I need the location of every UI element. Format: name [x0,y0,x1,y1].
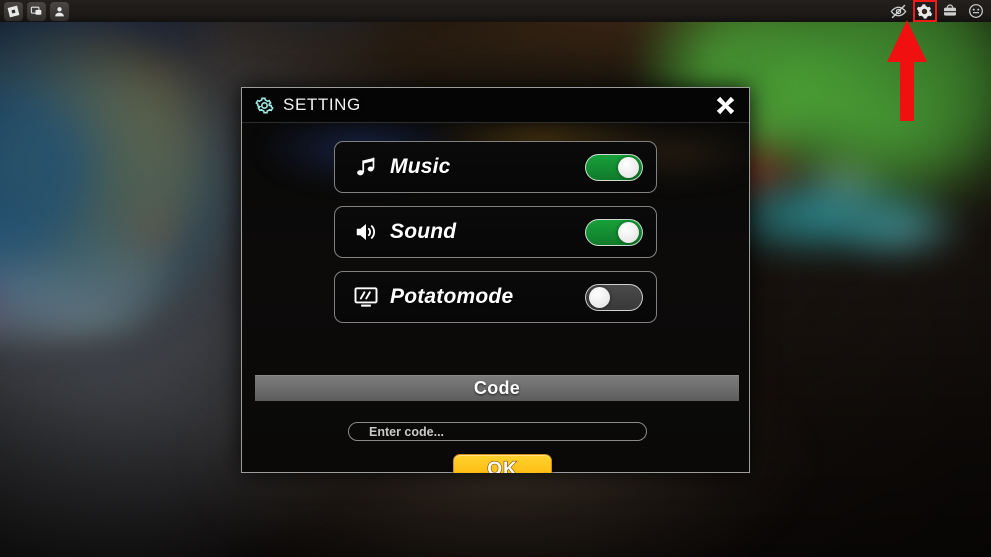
music-note-icon [351,155,381,180]
monitor-icon [351,284,381,310]
settings-rows: Music Sound Potatomode [242,123,749,323]
friends-icon[interactable] [50,2,69,21]
roblox-logo-icon[interactable] [4,2,23,21]
panel-header: SETTING [242,88,749,123]
code-section-header: Code [255,375,739,401]
toggle-knob [589,286,610,308]
ok-button[interactable]: OK [453,454,552,473]
gear-icon [255,97,274,113]
close-icon[interactable] [711,91,740,120]
emote-icon[interactable] [967,2,985,20]
speaker-icon [351,219,381,245]
setting-row-sound[interactable]: Sound [334,206,657,258]
setting-label: Potatomode [390,285,514,308]
sound-toggle[interactable] [585,218,643,246]
setting-label: Music [390,155,451,178]
potatomode-toggle[interactable] [585,283,643,311]
music-toggle[interactable] [585,153,643,181]
setting-row-potatomode[interactable]: Potatomode [334,271,657,323]
ok-button-label: OK [487,458,518,473]
setting-row-music[interactable]: Music [334,141,657,193]
panel-body: Music Sound Potatomode Code Enter code..… [242,123,749,473]
page-title: SETTING [283,95,361,114]
setting-label: Sound [390,220,457,243]
toggle-knob [618,221,639,243]
pointer-arrow [887,20,927,121]
game-topbar [0,0,991,22]
code-input[interactable] [348,422,647,441]
settings-panel: SETTING Music Sound Potatomode Code Ente… [241,87,750,473]
code-section-label: Code [473,378,521,398]
backpack-icon[interactable] [941,2,959,20]
chat-icon[interactable] [27,2,46,21]
toggle-knob [618,156,639,178]
topbar-left-icons [4,2,69,21]
